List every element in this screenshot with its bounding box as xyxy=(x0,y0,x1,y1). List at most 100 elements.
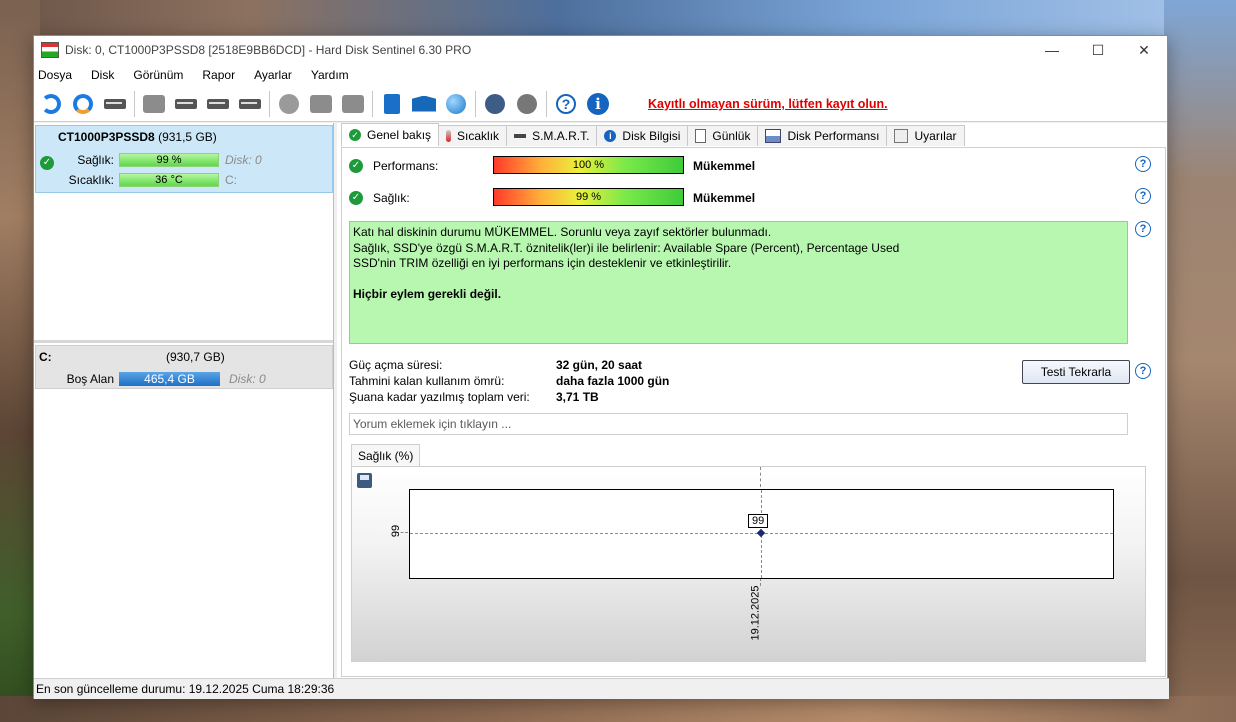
tab-log[interactable]: Günlük xyxy=(687,125,759,146)
short-self-test-button[interactable] xyxy=(173,91,199,117)
register-link[interactable]: Kayıtlı olmayan sürüm, lütfen kayıt olun… xyxy=(648,97,888,111)
help-button[interactable]: ? xyxy=(553,91,579,117)
lifetime-label: Tahmini kalan kullanım ömrü: xyxy=(349,374,505,388)
maximize-button[interactable]: ☐ xyxy=(1075,36,1121,64)
log-icon xyxy=(695,129,707,143)
check-icon: ✓ xyxy=(349,129,361,141)
performance-icon xyxy=(765,129,782,143)
retest-help-icon[interactable]: ? xyxy=(1135,363,1151,379)
written-value: 3,71 TB xyxy=(556,390,599,404)
close-button[interactable]: ✕ xyxy=(1121,36,1167,64)
health-bar: 99 % xyxy=(119,153,219,167)
disk-size: (931,5 GB) xyxy=(158,130,217,144)
send-report-button[interactable] xyxy=(411,91,437,117)
refresh-all-button[interactable] xyxy=(70,91,96,117)
refresh-all-icon xyxy=(73,93,93,114)
performance-label: Performans: xyxy=(373,159,439,173)
tab-health-graph[interactable]: Sağlık (%) xyxy=(351,444,421,466)
self-test-icon xyxy=(175,98,197,109)
menu-yardim[interactable]: Yardım xyxy=(311,68,349,82)
about-button[interactable]: i xyxy=(585,91,611,117)
surface-test-button[interactable] xyxy=(141,91,167,117)
performance-help-icon[interactable]: ? xyxy=(1135,156,1151,172)
menu-gorunum[interactable]: Görünüm xyxy=(133,68,183,82)
app-logo-icon xyxy=(41,42,59,58)
message-help-icon[interactable]: ? xyxy=(1135,221,1151,237)
menu-rapor[interactable]: Rapor xyxy=(202,68,235,82)
performance-rating: Mükemmel xyxy=(693,159,756,173)
minimize-button[interactable]: — xyxy=(1029,36,1075,64)
drive-letter: C: xyxy=(225,173,237,187)
info-icon: i xyxy=(604,130,617,142)
panel-splitter[interactable] xyxy=(34,340,333,343)
report-button[interactable] xyxy=(379,91,405,117)
health-graph: 99 99 19.12.2025 xyxy=(351,466,1146,662)
toolbar-separator xyxy=(134,90,135,117)
comment-input[interactable]: Yorum eklemek için tıklayın ... xyxy=(349,413,1128,435)
web-status-button[interactable] xyxy=(443,91,469,117)
disk-settings-button[interactable] xyxy=(308,91,334,117)
desktop-sky xyxy=(0,0,1236,36)
disk-card[interactable]: CT1000P3PSSD8 (931,5 GB) ✓ Sağlık: 99 % … xyxy=(35,125,333,193)
tab-label: Genel bakış xyxy=(367,128,432,142)
report-icon xyxy=(384,93,400,114)
tab-label: Disk Performansı xyxy=(787,129,880,143)
overview-page: ✓ Performans: 100 % Mükemmel ? ✓ Sağlık:… xyxy=(341,147,1166,677)
power-on-label: Güç açma süresi: xyxy=(349,358,443,372)
tab-label: Uyarılar xyxy=(914,129,957,143)
window-title: Disk: 0, CT1000P3PSSD8 [2518E9BB6DCD] - … xyxy=(65,43,472,57)
performance-bar: 100 % xyxy=(493,156,684,174)
window-controls: — ☐ ✕ xyxy=(1029,36,1167,64)
disk-index: Disk: 0 xyxy=(225,153,262,167)
title-bar[interactable]: Disk: 0, CT1000P3PSSD8 [2518E9BB6DCD] - … xyxy=(34,36,1167,64)
disk-name: CT1000P3PSSD8 xyxy=(58,130,155,144)
test-search-icon xyxy=(239,98,261,109)
tab-temperature[interactable]: Sıcaklık xyxy=(438,125,508,146)
disk-title: CT1000P3PSSD8 (931,5 GB) xyxy=(58,130,217,144)
toolbar-separator xyxy=(269,90,270,117)
health-label: Sağlık: xyxy=(373,191,410,205)
toolbar-separator xyxy=(546,90,547,117)
acoustic-button[interactable] xyxy=(276,91,302,117)
disk-list-button[interactable] xyxy=(102,91,128,117)
disk-list-panel: CT1000P3PSSD8 (931,5 GB) ✓ Sağlık: 99 % … xyxy=(34,123,334,678)
tab-overview[interactable]: ✓ Genel bakış xyxy=(341,123,440,146)
tab-alerts[interactable]: Uyarılar xyxy=(886,125,965,146)
data-point xyxy=(756,528,766,538)
health-ok-icon: ✓ xyxy=(349,191,363,205)
retest-button[interactable]: Testi Tekrarla xyxy=(1022,360,1130,384)
tab-disk-info[interactable]: i Disk Bilgisi xyxy=(596,125,689,146)
health-label: Sağlık: xyxy=(77,153,114,167)
tab-label: Disk Bilgisi xyxy=(622,129,681,143)
message-action: Hiçbir eylem gerekli değil. xyxy=(353,286,502,301)
power-on-value: 32 gün, 20 saat xyxy=(556,358,643,372)
settings-button[interactable] xyxy=(482,91,508,117)
health-bar: 99 % xyxy=(493,188,684,206)
temperature-label: Sıcaklık: xyxy=(68,173,114,187)
globe-icon xyxy=(446,93,466,114)
extended-test-button[interactable] xyxy=(205,91,231,117)
sound-button[interactable] xyxy=(514,91,540,117)
save-icon[interactable] xyxy=(357,473,372,488)
refresh-button[interactable] xyxy=(38,91,64,117)
volume-size: (930,7 GB) xyxy=(166,350,225,364)
volume-card[interactable]: C: (930,7 GB) Boş Alan 465,4 GB Disk: 0 xyxy=(35,345,333,389)
menu-ayarlar[interactable]: Ayarlar xyxy=(254,68,292,82)
x-gridline-outer-top xyxy=(760,467,761,487)
tab-smart[interactable]: S.M.A.R.T. xyxy=(506,125,598,146)
health-help-icon[interactable]: ? xyxy=(1135,188,1151,204)
message-line: Katı hal diskinin durumu MÜKEMMEL. Sorun… xyxy=(353,225,772,239)
volume-disk-index: Disk: 0 xyxy=(229,372,266,386)
disk-settings-icon xyxy=(310,94,332,113)
usb-button[interactable] xyxy=(340,91,366,117)
y-tick-label: 99 xyxy=(390,524,403,538)
offline-test-button[interactable] xyxy=(237,91,263,117)
tab-disk-performance[interactable]: Disk Performansı xyxy=(757,125,888,146)
menu-dosya[interactable]: Dosya xyxy=(38,68,72,82)
disk-icon xyxy=(514,134,527,138)
message-line: SSD'nin TRIM özelliği en iyi performans … xyxy=(353,256,732,270)
menu-disk[interactable]: Disk xyxy=(91,68,114,82)
details-panel: ✓ Genel bakış Sıcaklık S.M.A.R.T. i Disk… xyxy=(337,123,1167,678)
status-bar: En son güncelleme durumu: 19.12.2025 Cum… xyxy=(34,678,1169,699)
